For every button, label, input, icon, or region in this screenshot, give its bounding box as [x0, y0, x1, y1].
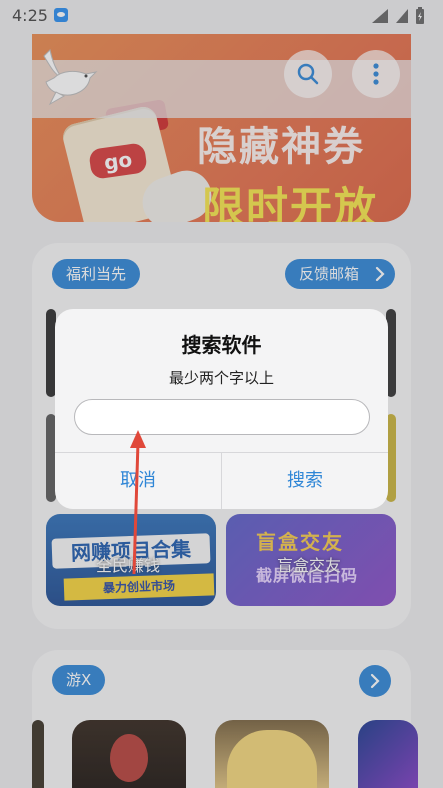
search-input[interactable] — [74, 399, 370, 435]
search-dialog: 搜索软件 最少两个字以上 取消 搜索 — [55, 309, 388, 509]
annotation-arrow-icon — [130, 430, 146, 575]
dialog-title: 搜索软件 — [181, 333, 262, 357]
dialog-message: 最少两个字以上 — [168, 369, 274, 387]
search-confirm-button[interactable]: 搜索 — [222, 453, 388, 509]
